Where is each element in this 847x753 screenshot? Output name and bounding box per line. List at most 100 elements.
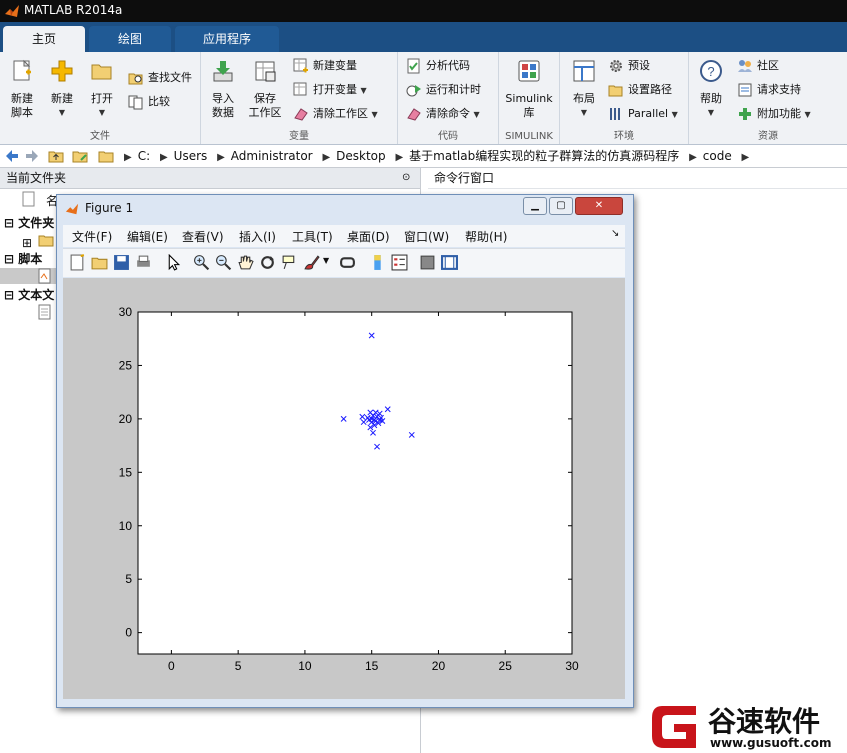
selected-script-row[interactable]	[0, 268, 58, 284]
clear-workspace-label: 清除工作区	[313, 107, 368, 120]
new-script-icon	[13, 59, 31, 81]
request-support-button[interactable]: 请求支持	[737, 80, 801, 100]
legend-icon[interactable]	[391, 254, 408, 271]
close-button[interactable]: ✕	[575, 197, 623, 215]
file-group-label: 文件	[90, 131, 110, 142]
brush-dropdown-icon[interactable]: ▼	[323, 256, 329, 265]
expand-icon[interactable]: ⊞	[22, 236, 32, 250]
zoom-in-icon[interactable]	[193, 254, 210, 271]
community-button[interactable]: 社区	[737, 56, 779, 76]
parallel-label: Parallel	[628, 107, 669, 120]
tree-script-group[interactable]: ⊟ 脚本	[4, 250, 42, 268]
tab-plots[interactable]: 绘图	[89, 26, 171, 52]
current-folder-title: 当前文件夹	[6, 171, 67, 185]
folder-icon	[38, 235, 54, 247]
menu-edit[interactable]: 编辑(E)	[127, 228, 168, 245]
layout-icon	[573, 60, 595, 82]
resources-group-label: 资源	[758, 131, 778, 142]
pointer-icon[interactable]	[165, 254, 182, 271]
watermark-brand: 谷速软件	[708, 705, 821, 738]
figure-titlebar[interactable]: Figure 1 ▁ ▢ ✕	[57, 195, 633, 223]
show-plot-tools-icon[interactable]	[441, 254, 458, 271]
collapse-icon[interactable]: ⊟	[4, 216, 14, 230]
help-icon: ?	[700, 60, 722, 82]
new-variable-button[interactable]: 新建变量	[293, 56, 357, 76]
menu-help[interactable]: 帮助(H)	[465, 228, 507, 245]
brush-icon[interactable]	[303, 254, 320, 271]
collapse-icon[interactable]: ⊟	[4, 252, 14, 266]
run-and-time-button[interactable]: 运行和计时	[406, 80, 481, 100]
tab-apps[interactable]: 应用程序	[175, 26, 279, 52]
open-button[interactable]: 打开 ▼	[82, 56, 122, 120]
run-and-time-label: 运行和计时	[426, 83, 481, 96]
tab-home[interactable]: 主页	[3, 26, 85, 52]
new-script-button[interactable]: 新建 脚本	[2, 56, 42, 120]
clear-commands-dropdown-icon: ▼	[473, 110, 480, 119]
menu-file[interactable]: 文件(F)	[72, 228, 112, 245]
find-files-icon	[128, 73, 143, 85]
add-ons-button[interactable]: 附加功能 ▼	[737, 104, 811, 124]
breadcrumb-item[interactable]: Administrator	[231, 149, 313, 163]
clear-workspace-button[interactable]: 清除工作区 ▼	[293, 104, 378, 124]
simulink-library-button[interactable]: Simulink 库	[503, 56, 555, 120]
tree-folder-group[interactable]: ⊟ 文件夹	[4, 214, 54, 232]
new-button[interactable]: 新建 ▼	[42, 56, 82, 120]
menu-desktop[interactable]: 桌面(D)	[347, 228, 390, 245]
browse-folder-icon[interactable]	[72, 148, 88, 164]
back-arrow-icon[interactable]	[4, 148, 20, 164]
simulink-library-label: Simulink 库	[505, 92, 553, 119]
link-icon[interactable]	[339, 254, 356, 271]
ribbon: 新建 脚本 新建 ▼ 打开 ▼ 查找文件 比较 文件 导入 数据 保存 工作区 …	[0, 52, 847, 145]
clear-commands-button[interactable]: 清除命令 ▼	[406, 104, 480, 124]
minimize-button[interactable]: ▁	[523, 197, 547, 215]
breadcrumb-item[interactable]: Desktop	[336, 149, 386, 163]
x-tick-label: 15	[365, 659, 379, 673]
menu-view[interactable]: 查看(V)	[182, 228, 224, 245]
print-icon[interactable]	[135, 254, 152, 271]
preferences-button[interactable]: 预设	[608, 56, 650, 76]
menu-tools[interactable]: 工具(T)	[292, 228, 333, 245]
maximize-button[interactable]: ▢	[549, 197, 573, 215]
forward-arrow-icon[interactable]	[24, 148, 40, 164]
dock-arrow-icon[interactable]: ↘	[611, 228, 619, 239]
scatter-plot[interactable]: 0 5 10 15 20 25 30 0 5 10 15 20 25 30	[63, 278, 625, 699]
pan-icon[interactable]	[237, 254, 254, 271]
new-label: 新建	[51, 92, 73, 105]
menu-window[interactable]: 窗口(W)	[404, 228, 449, 245]
tree-text-group[interactable]: ⊟ 文本文	[4, 286, 54, 304]
help-button[interactable]: ? 帮助 ▼	[691, 56, 731, 120]
add-ons-icon	[739, 108, 751, 120]
figure-window[interactable]: Figure 1 ▁ ▢ ✕ 文件(F) 编辑(E) 查看(V) 插入(I) 工…	[56, 194, 634, 708]
tree-folder-label: 文件夹	[18, 216, 55, 230]
import-data-button[interactable]: 导入 数据	[203, 56, 243, 120]
analyze-code-button[interactable]: 分析代码	[406, 56, 470, 76]
layout-label: 布局	[573, 92, 595, 105]
figure-canvas[interactable]: 0 5 10 15 20 25 30 0 5 10 15 20 25 30	[63, 278, 625, 699]
open-variable-button[interactable]: 打开变量 ▼	[293, 80, 367, 100]
breadcrumb-item[interactable]: Users	[174, 149, 208, 163]
set-path-button[interactable]: 设置路径	[608, 80, 672, 100]
save-icon[interactable]	[113, 254, 130, 271]
find-files-button[interactable]: 查找文件	[128, 68, 192, 88]
data-cursor-icon[interactable]	[281, 254, 298, 271]
open-icon[interactable]	[91, 254, 108, 271]
colorbar-icon[interactable]	[369, 254, 386, 271]
parallel-button[interactable]: Parallel ▼	[608, 104, 678, 124]
compare-button[interactable]: 比较	[128, 92, 170, 112]
collapse-icon[interactable]: ⊟	[4, 288, 14, 302]
rotate-icon[interactable]	[259, 254, 276, 271]
breadcrumb-item[interactable]: 基于matlab编程实现的粒子群算法的仿真源码程序	[409, 149, 679, 163]
hide-plot-tools-icon[interactable]	[419, 254, 436, 271]
breadcrumb-item[interactable]: C:	[138, 149, 150, 163]
up-folder-icon[interactable]	[48, 148, 64, 164]
zoom-out-icon[interactable]	[215, 254, 232, 271]
plot-axes-box	[137, 311, 573, 655]
save-workspace-button[interactable]: 保存 工作区	[245, 56, 285, 120]
layout-button[interactable]: 布局 ▼	[564, 56, 604, 120]
save-workspace-label: 保存 工作区	[248, 92, 282, 119]
breadcrumb-item[interactable]: code	[703, 149, 732, 163]
menu-insert[interactable]: 插入(I)	[239, 228, 276, 245]
find-files-label: 查找文件	[148, 71, 192, 84]
new-figure-icon[interactable]	[69, 254, 86, 271]
panel-menu-icon[interactable]: ⊙	[402, 168, 410, 188]
